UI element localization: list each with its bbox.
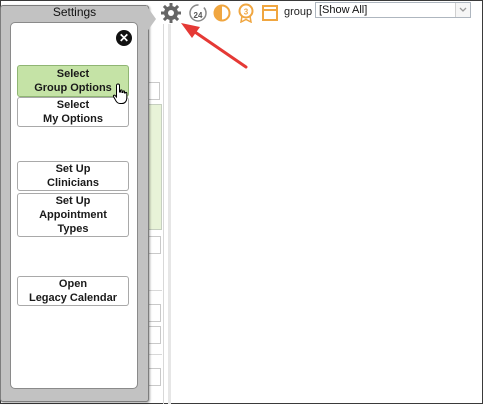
button-line: Appointment bbox=[39, 209, 107, 221]
calendar-icon[interactable] bbox=[260, 3, 280, 23]
divider-line bbox=[148, 290, 162, 291]
button-line: Set Up bbox=[55, 195, 91, 207]
divider-line bbox=[163, 24, 164, 404]
badge-3-text: 3 bbox=[244, 8, 249, 17]
button-line: Clinicians bbox=[47, 177, 99, 189]
divider-line bbox=[148, 354, 162, 355]
button-line: My Options bbox=[43, 113, 103, 125]
button-line: Select bbox=[56, 68, 90, 80]
button-line: Group Options bbox=[34, 82, 112, 94]
chevron-down-icon[interactable] bbox=[455, 3, 470, 17]
group-label: group bbox=[284, 6, 313, 18]
settings-panel-title: Settings bbox=[52, 5, 97, 19]
divider-line bbox=[168, 24, 171, 404]
button-line: Set Up bbox=[55, 163, 91, 175]
set-up-appointment-types-button[interactable]: Set Up Appointment Types bbox=[17, 193, 129, 237]
button-line: Legacy Calendar bbox=[28, 292, 118, 304]
award-3-icon[interactable]: 3 bbox=[236, 3, 256, 23]
set-up-clinicians-button[interactable]: Set Up Clinicians bbox=[17, 161, 129, 191]
button-line: Select bbox=[56, 99, 90, 111]
group-select-value: [Show All] bbox=[319, 4, 368, 16]
half-circle-icon[interactable] bbox=[212, 3, 232, 23]
gear-icon[interactable] bbox=[160, 2, 182, 24]
background-green-area bbox=[148, 104, 162, 230]
group-select[interactable]: [Show All] bbox=[315, 2, 471, 18]
24-hour-clock-icon[interactable]: 24 bbox=[188, 3, 208, 23]
close-icon[interactable]: ✕ bbox=[116, 30, 132, 46]
background-field[interactable] bbox=[148, 236, 161, 254]
hand-cursor-icon bbox=[112, 83, 128, 104]
open-legacy-calendar-button[interactable]: Open Legacy Calendar bbox=[17, 276, 129, 306]
badge-24-text: 24 bbox=[194, 11, 203, 20]
button-line: Open bbox=[58, 278, 88, 290]
button-line: Types bbox=[57, 223, 89, 235]
